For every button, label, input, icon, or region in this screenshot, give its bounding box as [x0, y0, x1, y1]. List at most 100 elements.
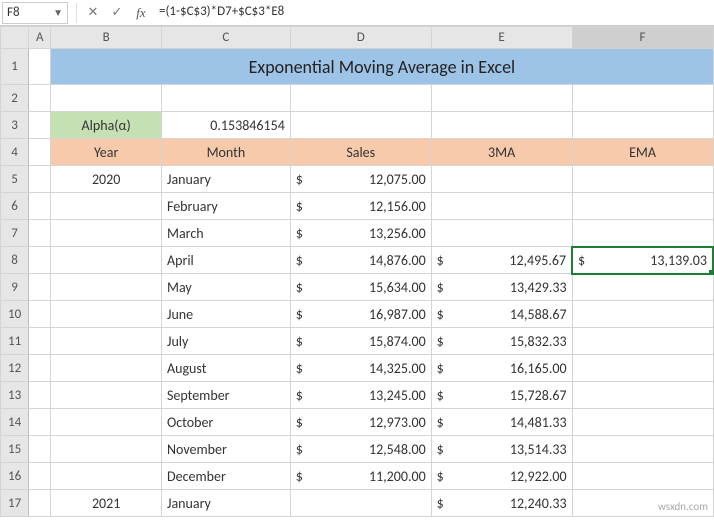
- month-cell[interactable]: June: [161, 301, 290, 328]
- month-cell[interactable]: March: [161, 220, 290, 247]
- sales-cell[interactable]: $14,325.00: [290, 355, 431, 382]
- ma3-cell[interactable]: $12,922.00: [431, 463, 572, 490]
- cell[interactable]: [290, 85, 431, 112]
- cell[interactable]: [29, 355, 51, 382]
- month-cell[interactable]: April: [161, 247, 290, 274]
- sales-cell[interactable]: [290, 490, 431, 517]
- cell[interactable]: [572, 112, 713, 139]
- cell[interactable]: [29, 247, 51, 274]
- cell[interactable]: [29, 112, 51, 139]
- ema-cell[interactable]: [572, 274, 713, 301]
- col-header-F[interactable]: F: [572, 27, 713, 49]
- year-cell[interactable]: [51, 436, 162, 463]
- year-cell[interactable]: [51, 247, 162, 274]
- cell[interactable]: [29, 166, 51, 193]
- year-cell[interactable]: [51, 355, 162, 382]
- month-cell[interactable]: December: [161, 463, 290, 490]
- cell[interactable]: [161, 85, 290, 112]
- month-cell[interactable]: August: [161, 355, 290, 382]
- col-header-B[interactable]: B: [51, 27, 162, 49]
- month-cell[interactable]: January: [161, 166, 290, 193]
- header-sales[interactable]: Sales: [290, 139, 431, 166]
- month-cell[interactable]: September: [161, 382, 290, 409]
- ema-cell[interactable]: [572, 166, 713, 193]
- cell[interactable]: [29, 382, 51, 409]
- sales-cell[interactable]: $12,973.00: [290, 409, 431, 436]
- row-header[interactable]: 13: [1, 382, 29, 409]
- alpha-label-cell[interactable]: Alpha(α): [51, 112, 162, 139]
- cell[interactable]: [29, 436, 51, 463]
- ma3-cell[interactable]: [431, 193, 572, 220]
- cell[interactable]: [29, 85, 51, 112]
- ema-cell[interactable]: [572, 382, 713, 409]
- cell[interactable]: [431, 112, 572, 139]
- select-all-corner[interactable]: [1, 27, 29, 49]
- accept-icon[interactable]: ✓: [105, 2, 129, 24]
- cell[interactable]: [431, 85, 572, 112]
- header-3ma[interactable]: 3MA: [431, 139, 572, 166]
- cell[interactable]: [29, 274, 51, 301]
- row-header[interactable]: 3: [1, 112, 29, 139]
- year-cell[interactable]: 2021: [51, 490, 162, 517]
- row-header[interactable]: 12: [1, 355, 29, 382]
- cell[interactable]: [29, 139, 51, 166]
- alpha-value-cell[interactable]: 0.153846154: [161, 112, 290, 139]
- row-header[interactable]: 6: [1, 193, 29, 220]
- ema-cell[interactable]: [572, 220, 713, 247]
- row-header[interactable]: 4: [1, 139, 29, 166]
- header-year[interactable]: Year: [51, 139, 162, 166]
- ema-cell[interactable]: [572, 463, 713, 490]
- cell[interactable]: [29, 409, 51, 436]
- spreadsheet-grid[interactable]: A B C D E F 1 Exponential Moving Average…: [0, 26, 714, 517]
- month-cell[interactable]: January: [161, 490, 290, 517]
- month-cell[interactable]: November: [161, 436, 290, 463]
- fx-icon[interactable]: fx: [129, 2, 153, 24]
- formula-input[interactable]: =(1-$C$3)*D7+$C$3*E8: [153, 2, 714, 24]
- sales-cell[interactable]: $15,634.00: [290, 274, 431, 301]
- sales-cell[interactable]: $13,245.00: [290, 382, 431, 409]
- title-cell[interactable]: Exponential Moving Average in Excel: [51, 49, 713, 85]
- ema-cell[interactable]: [572, 193, 713, 220]
- ema-cell[interactable]: [572, 355, 713, 382]
- chevron-down-icon[interactable]: ▼: [53, 6, 63, 19]
- sales-cell[interactable]: $13,256.00: [290, 220, 431, 247]
- ema-cell[interactable]: [572, 409, 713, 436]
- sales-cell[interactable]: $14,876.00: [290, 247, 431, 274]
- ema-cell[interactable]: $13,139.03: [572, 247, 713, 274]
- sales-cell[interactable]: $12,156.00: [290, 193, 431, 220]
- row-header[interactable]: 2: [1, 85, 29, 112]
- row-header[interactable]: 1: [1, 49, 29, 85]
- month-cell[interactable]: May: [161, 274, 290, 301]
- ma3-cell[interactable]: [431, 220, 572, 247]
- cell[interactable]: [29, 463, 51, 490]
- year-cell[interactable]: [51, 220, 162, 247]
- month-cell[interactable]: July: [161, 328, 290, 355]
- ma3-cell[interactable]: $14,588.67: [431, 301, 572, 328]
- sales-cell[interactable]: $12,548.00: [290, 436, 431, 463]
- ma3-cell[interactable]: [431, 166, 572, 193]
- row-header[interactable]: 11: [1, 328, 29, 355]
- col-header-C[interactable]: C: [161, 27, 290, 49]
- row-header[interactable]: 14: [1, 409, 29, 436]
- header-ema[interactable]: EMA: [572, 139, 713, 166]
- col-header-A[interactable]: A: [29, 27, 51, 49]
- ema-cell[interactable]: [572, 436, 713, 463]
- cell[interactable]: [29, 301, 51, 328]
- row-header[interactable]: 16: [1, 463, 29, 490]
- cell[interactable]: [572, 85, 713, 112]
- row-header[interactable]: 10: [1, 301, 29, 328]
- ma3-cell[interactable]: $13,429.33: [431, 274, 572, 301]
- col-header-E[interactable]: E: [431, 27, 572, 49]
- col-header-D[interactable]: D: [290, 27, 431, 49]
- ma3-cell[interactable]: $16,165.00: [431, 355, 572, 382]
- header-month[interactable]: Month: [161, 139, 290, 166]
- year-cell[interactable]: 2020: [51, 166, 162, 193]
- name-box[interactable]: F8 ▼: [2, 2, 68, 24]
- cell[interactable]: [29, 490, 51, 517]
- row-header[interactable]: 15: [1, 436, 29, 463]
- year-cell[interactable]: [51, 301, 162, 328]
- row-header[interactable]: 7: [1, 220, 29, 247]
- sales-cell[interactable]: $16,987.00: [290, 301, 431, 328]
- year-cell[interactable]: [51, 409, 162, 436]
- row-header[interactable]: 5: [1, 166, 29, 193]
